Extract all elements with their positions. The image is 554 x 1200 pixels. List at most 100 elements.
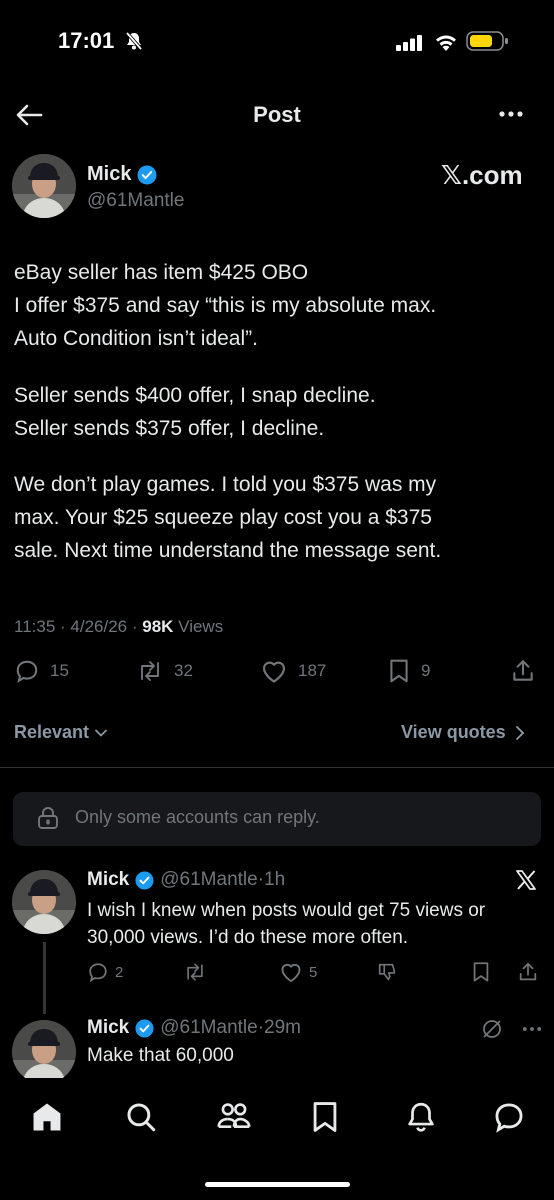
share-icon	[519, 962, 537, 981]
repost-icon	[141, 661, 159, 681]
post-line: eBay seller has item $425 OBO	[14, 261, 309, 284]
like-button[interactable]: 5	[279, 961, 317, 983]
like-icon	[262, 661, 286, 683]
home-icon	[33, 1103, 61, 1131]
reply-icon	[16, 660, 38, 683]
reply-time: 1h	[264, 869, 286, 890]
reply-icon	[89, 963, 107, 983]
view-quotes-link[interactable]: View quotes	[401, 722, 526, 743]
post-line: I offer $375 and say “this is my absolut…	[14, 294, 437, 318]
communities-icon	[217, 1103, 251, 1129]
lock-icon	[37, 806, 59, 830]
reply-restriction-banner: Only some accounts can reply.	[13, 792, 541, 846]
reply-text: I wish I knew when posts would get 75 vi…	[87, 900, 486, 948]
views-label: Views	[178, 617, 224, 636]
post-text: eBay seller has item $425 OBO I offer $3…	[14, 256, 544, 590]
reply-tools	[480, 1017, 544, 1041]
view-quotes-label: View quotes	[401, 722, 506, 742]
cellular-signal-icon	[396, 35, 424, 51]
more-icon[interactable]	[520, 1019, 544, 1039]
more-icon	[499, 111, 523, 117]
nav-search[interactable]	[124, 1100, 158, 1134]
share-button[interactable]	[517, 961, 539, 983]
bottom-nav	[0, 1086, 554, 1156]
author-name-row[interactable]: Mick	[87, 163, 157, 186]
bookmark-button[interactable]: 9	[387, 658, 430, 684]
content-edge	[0, 1078, 554, 1086]
avatar[interactable]	[12, 870, 76, 934]
bookmark-icon	[390, 659, 408, 683]
reply-count: 2	[115, 963, 124, 981]
author-handle[interactable]: @61Mantle	[87, 190, 184, 212]
repost-count: 32	[174, 661, 193, 680]
verified-badge-icon	[137, 165, 157, 185]
home-indicator[interactable]	[205, 1182, 350, 1187]
post-paragraph: Seller sends $400 offer, I snap decline.…	[14, 379, 544, 445]
downvote-button[interactable]	[375, 961, 399, 983]
nav-notifications[interactable]	[404, 1100, 438, 1134]
verified-badge-icon	[135, 870, 154, 890]
thread-line	[43, 942, 46, 1014]
reply-button[interactable]: 15	[14, 658, 69, 684]
bookmark-icon	[473, 962, 489, 982]
reply-actions: 2 5	[87, 961, 542, 985]
post-line: sale. Next time understand the message s…	[14, 539, 442, 563]
share-button[interactable]	[510, 658, 536, 684]
sort-dropdown[interactable]: Relevant	[14, 722, 108, 743]
share-icon	[513, 660, 533, 681]
reply-author-name[interactable]: Mick	[87, 1017, 129, 1039]
sort-label: Relevant	[14, 722, 90, 742]
post-meta: 11:35 · 4/26/26 · 98K Views	[14, 617, 224, 636]
reply-button[interactable]: 2	[87, 961, 123, 983]
grok-icon[interactable]	[480, 1017, 504, 1041]
brand-watermark: 𝕏.com	[441, 160, 523, 190]
like-icon	[281, 963, 301, 982]
avatar[interactable]	[12, 1020, 76, 1084]
post-actions: 15 32 187 9	[14, 658, 540, 694]
battery-icon	[466, 30, 510, 52]
x-logo-icon	[514, 868, 538, 892]
reply-restriction-text: Only some accounts can reply.	[75, 807, 320, 827]
views-count: 98K	[142, 617, 174, 636]
notifications-icon	[408, 1102, 434, 1132]
verified-badge-icon	[135, 1018, 154, 1038]
repost-button[interactable]: 32	[136, 658, 193, 684]
post-time: 11:35	[14, 617, 56, 636]
reply-time: 29m	[264, 1017, 301, 1038]
like-button[interactable]: 187	[260, 658, 326, 684]
like-count: 5	[309, 963, 318, 981]
reply-count: 15	[50, 661, 69, 680]
nav-messages[interactable]	[492, 1100, 526, 1134]
post-paragraph: eBay seller has item $425 OBO I offer $3…	[14, 256, 544, 356]
post-line: Auto Condition isn’t ideal”.	[14, 327, 258, 351]
repost-button[interactable]	[183, 961, 207, 983]
bookmark-button[interactable]	[471, 961, 491, 983]
reply-author-name[interactable]: Mick	[87, 869, 129, 891]
chevron-right-icon	[515, 725, 525, 740]
chevron-down-icon	[95, 729, 107, 737]
post-line: We don’t play games. I told you $375 was…	[14, 472, 437, 496]
nav-communities[interactable]	[216, 1100, 252, 1134]
post-paragraph: We don’t play games. I told you $375 was…	[14, 468, 544, 568]
silent-mode-icon	[124, 31, 144, 51]
wifi-icon	[433, 32, 459, 52]
page-title: Post	[253, 102, 301, 127]
status-time: 17:01	[58, 28, 115, 53]
bookmark-count: 9	[421, 661, 431, 680]
messages-icon	[495, 1103, 523, 1133]
bookmarks-nav-icon	[313, 1102, 337, 1132]
reply-text: Make that 60,000	[87, 1045, 234, 1066]
author-name[interactable]: Mick	[87, 163, 131, 186]
nav-home[interactable]	[30, 1100, 64, 1134]
reply-header: Mick @61Mantle · 1h	[87, 869, 286, 891]
more-button[interactable]	[496, 104, 526, 124]
nav-bookmarks[interactable]	[310, 1100, 340, 1134]
like-count: 187	[298, 661, 327, 680]
avatar[interactable]	[12, 154, 76, 218]
reply-header: Mick @61Mantle · 29m	[87, 1017, 301, 1039]
reply-author-handle[interactable]: @61Mantle	[160, 1017, 257, 1039]
reply-author-handle[interactable]: @61Mantle	[160, 869, 257, 891]
post-line: Seller sends $400 offer, I snap decline.	[14, 383, 376, 407]
post-line: Seller sends $375 offer, I decline.	[14, 416, 325, 440]
search-icon	[127, 1103, 156, 1132]
